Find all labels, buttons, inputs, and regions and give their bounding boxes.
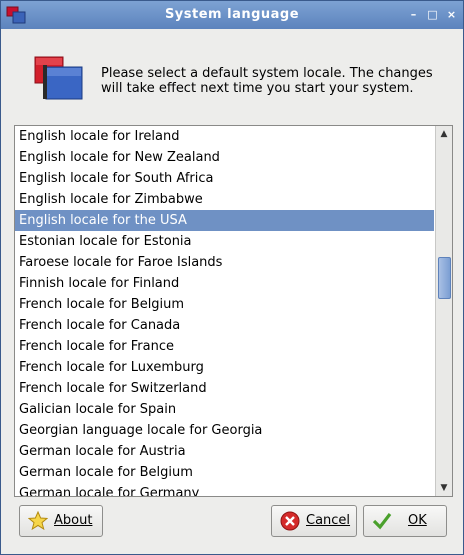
star-icon <box>28 511 48 531</box>
locale-list-rows: English locale for Ireland English locale… <box>15 126 434 496</box>
scrollbar-thumb[interactable] <box>438 257 451 299</box>
list-item[interactable]: Estonian locale for Estonia <box>15 231 434 252</box>
instruction-text: Please select a default system locale. T… <box>101 66 441 96</box>
maximize-button[interactable]: □ <box>426 8 439 21</box>
list-item[interactable]: German locale for Austria <box>15 441 434 462</box>
list-item[interactable]: English locale for the USA <box>15 210 434 231</box>
vertical-scrollbar[interactable]: ▲ ▼ <box>435 126 452 496</box>
locale-list[interactable]: English locale for Ireland English locale… <box>14 125 453 497</box>
scroll-up-arrow-icon[interactable]: ▲ <box>436 126 452 142</box>
ok-button[interactable]: OK <box>363 505 447 537</box>
list-item[interactable]: English locale for South Africa <box>15 168 434 189</box>
list-item[interactable]: French locale for Belgium <box>15 294 434 315</box>
language-flags-icon <box>34 56 83 100</box>
cancel-icon <box>280 511 300 531</box>
title-bar[interactable]: System language – □ × <box>1 1 463 29</box>
list-item[interactable]: German locale for Belgium <box>15 462 434 483</box>
cancel-label: Cancel <box>306 513 351 528</box>
instruction-line-1: Please select a default system locale. T… <box>101 66 433 81</box>
list-item[interactable]: French locale for Canada <box>15 315 434 336</box>
instruction-line-2: will take effect next time you start you… <box>101 81 414 96</box>
checkmark-icon <box>372 513 392 530</box>
list-item[interactable]: Faroese locale for Faroe Islands <box>15 252 434 273</box>
about-button[interactable]: About <box>19 505 103 537</box>
system-language-dialog: System language – □ × Please select a de… <box>0 0 464 555</box>
list-item[interactable]: French locale for France <box>15 336 434 357</box>
window-title: System language <box>164 7 300 22</box>
list-item[interactable]: French locale for Switzerland <box>15 378 434 399</box>
about-label: About <box>54 513 93 528</box>
minimize-button[interactable]: – <box>407 8 420 21</box>
close-button[interactable]: × <box>445 8 458 21</box>
list-item[interactable]: Galician locale for Spain <box>15 399 434 420</box>
list-item[interactable]: English locale for New Zealand <box>15 147 434 168</box>
list-item[interactable]: English locale for Ireland <box>15 126 434 147</box>
list-item[interactable]: German locale for Germany <box>15 483 434 496</box>
scroll-down-arrow-icon[interactable]: ▼ <box>436 480 452 496</box>
list-item[interactable]: English locale for Zimbabwe <box>15 189 434 210</box>
list-item[interactable]: Georgian language locale for Georgia <box>15 420 434 441</box>
list-item[interactable]: French locale for Luxemburg <box>15 357 434 378</box>
ok-label: OK <box>408 513 427 528</box>
cancel-button[interactable]: Cancel <box>271 505 357 537</box>
list-item[interactable]: Finnish locale for Finland <box>15 273 434 294</box>
